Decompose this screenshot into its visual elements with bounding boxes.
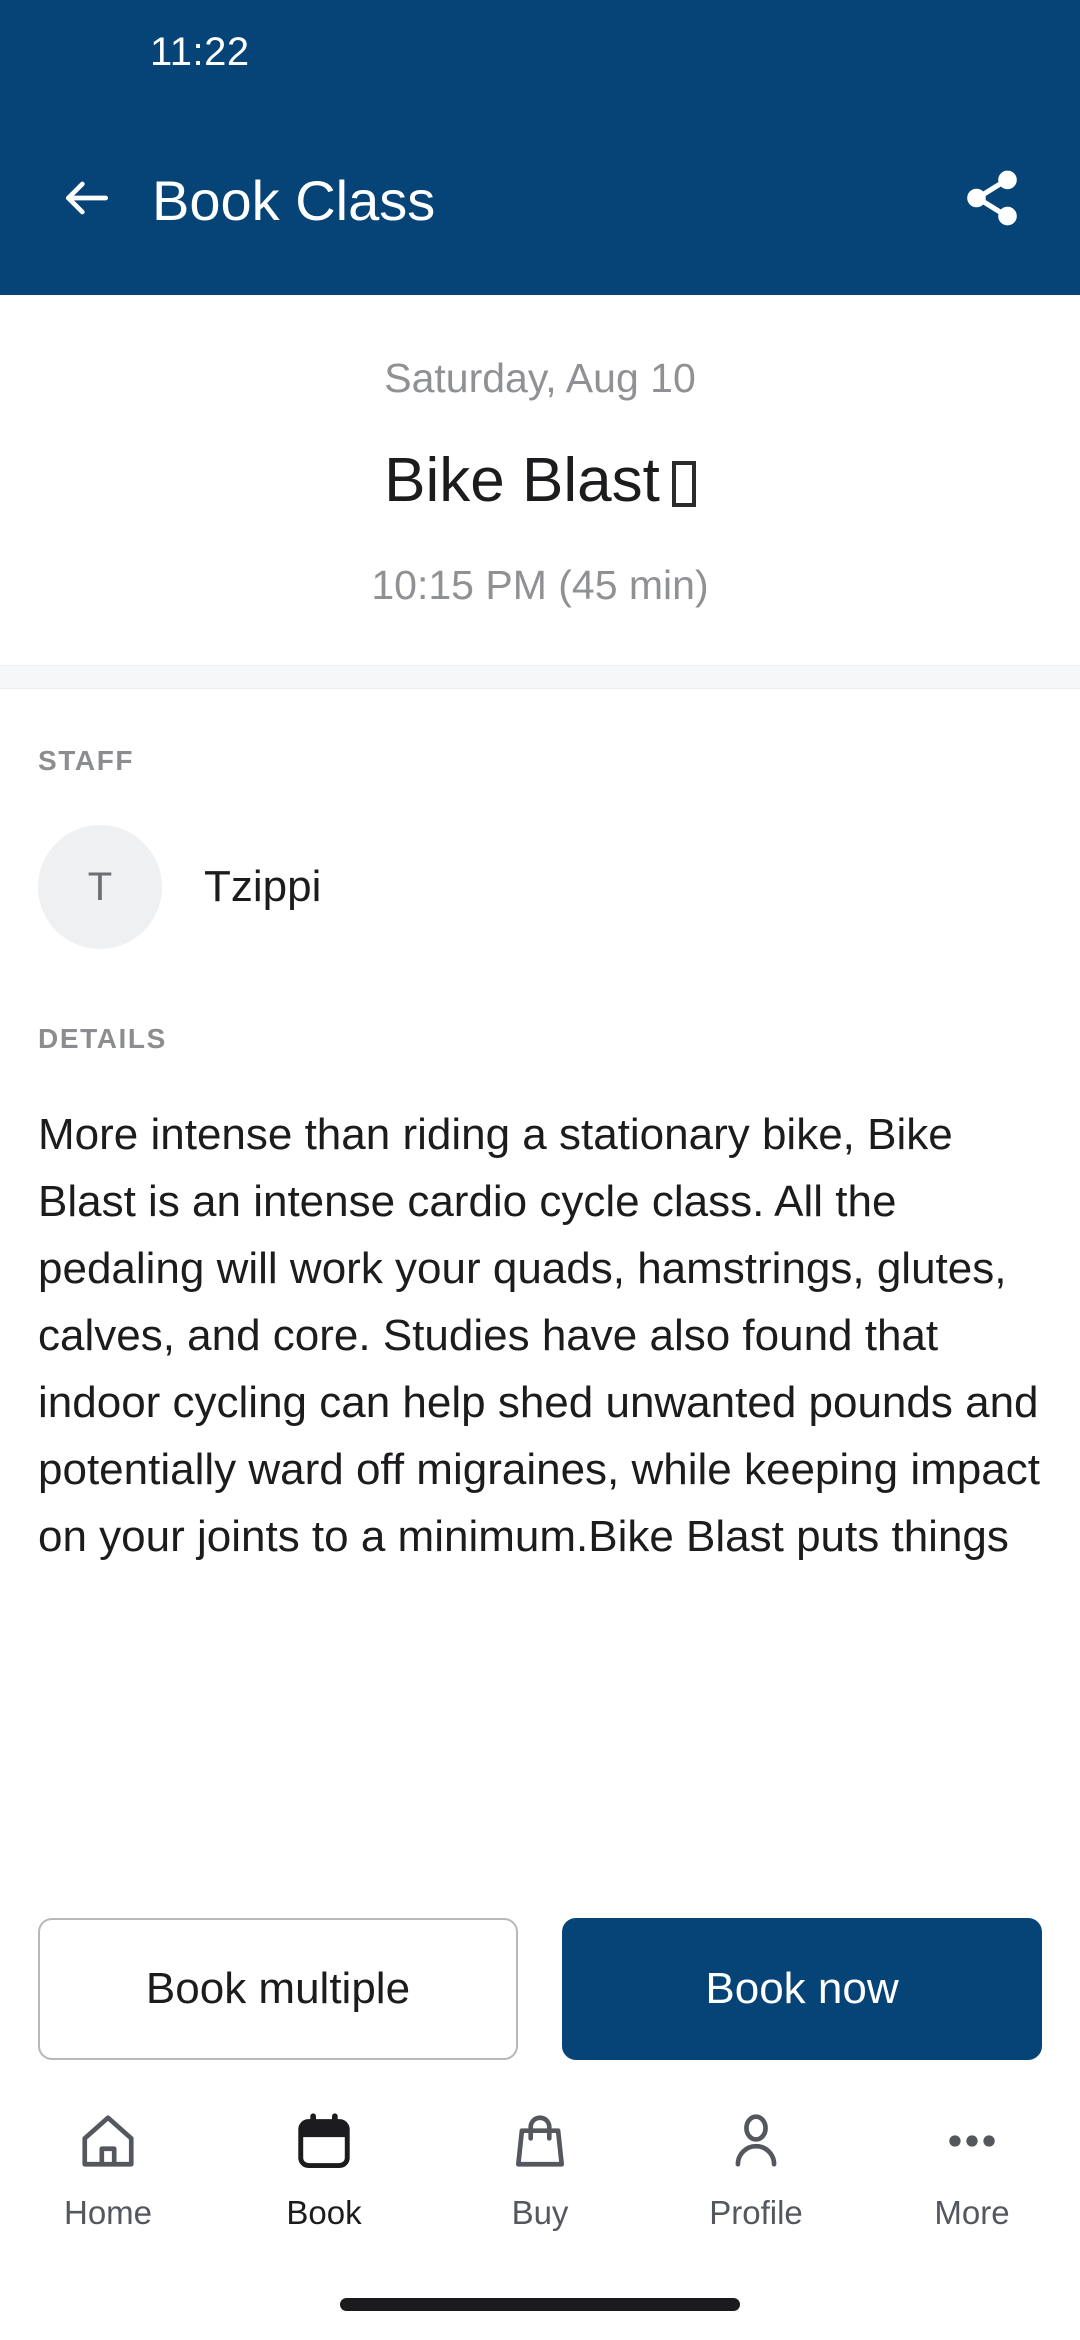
dots-icon	[941, 2104, 1003, 2178]
nav-label-book: Book	[286, 2194, 362, 2231]
action-bar: Book multiple Book now	[0, 1900, 1080, 2078]
avatar: T	[38, 825, 162, 949]
avatar-initial: T	[87, 864, 113, 909]
class-title-text: Bike Blast	[384, 446, 660, 516]
nav-label-more: More	[934, 2194, 1010, 2231]
missing-glyph-icon	[671, 461, 696, 508]
arrow-left-icon	[59, 170, 115, 231]
app-screen: 11:22 Book Class Saturday, Aug 10 Bike B…	[0, 0, 1080, 2340]
staff-section-label: STAFF	[38, 745, 135, 776]
nav-item-more[interactable]: More	[864, 2104, 1080, 2232]
page-title: Book Class	[152, 168, 436, 232]
nav-label-buy: Buy	[511, 2194, 569, 2231]
nav-item-book[interactable]: Book	[216, 2104, 432, 2232]
staff-name: Tzippi	[204, 862, 322, 911]
person-icon	[725, 2104, 787, 2178]
share-icon	[961, 167, 1023, 234]
calendar-icon	[293, 2104, 355, 2178]
book-multiple-button[interactable]: Book multiple	[38, 1918, 518, 2060]
nav-item-buy[interactable]: Buy	[432, 2104, 648, 2232]
app-bar: Book Class	[0, 105, 1080, 295]
section-divider	[0, 665, 1080, 689]
details-body-text: More intense than riding a stationary bi…	[38, 1110, 1040, 1561]
nav-label-profile: Profile	[709, 2194, 803, 2231]
nav-item-profile[interactable]: Profile	[648, 2104, 864, 2232]
class-details-scroll[interactable]: STAFF T Tzippi DETAILS More intense than…	[0, 689, 1080, 1900]
status-bar: 11:22	[0, 0, 1080, 105]
home-indicator[interactable]	[340, 2297, 740, 2311]
class-summary: Saturday, Aug 10 Bike Blast 10:15 PM (45…	[0, 295, 1080, 665]
home-indicator-area	[0, 2268, 1080, 2340]
home-icon	[77, 2104, 139, 2178]
share-button[interactable]	[952, 160, 1032, 240]
staff-row[interactable]: T Tzippi	[38, 825, 1042, 949]
nav-label-home: Home	[63, 2194, 153, 2231]
back-button[interactable]	[50, 163, 124, 237]
bag-icon	[509, 2104, 571, 2178]
bottom-navigation: Home Book Buy Profile More	[0, 2078, 1080, 2268]
class-title: Bike Blast	[40, 442, 1040, 520]
status-bar-clock: 11:22	[150, 30, 250, 74]
details-section-label: DETAILS	[38, 1023, 167, 1054]
class-date: Saturday, Aug 10	[384, 355, 696, 401]
nav-item-home[interactable]: Home	[0, 2104, 216, 2232]
class-time: 10:15 PM (45 min)	[371, 561, 709, 608]
book-now-button[interactable]: Book now	[562, 1918, 1042, 2060]
